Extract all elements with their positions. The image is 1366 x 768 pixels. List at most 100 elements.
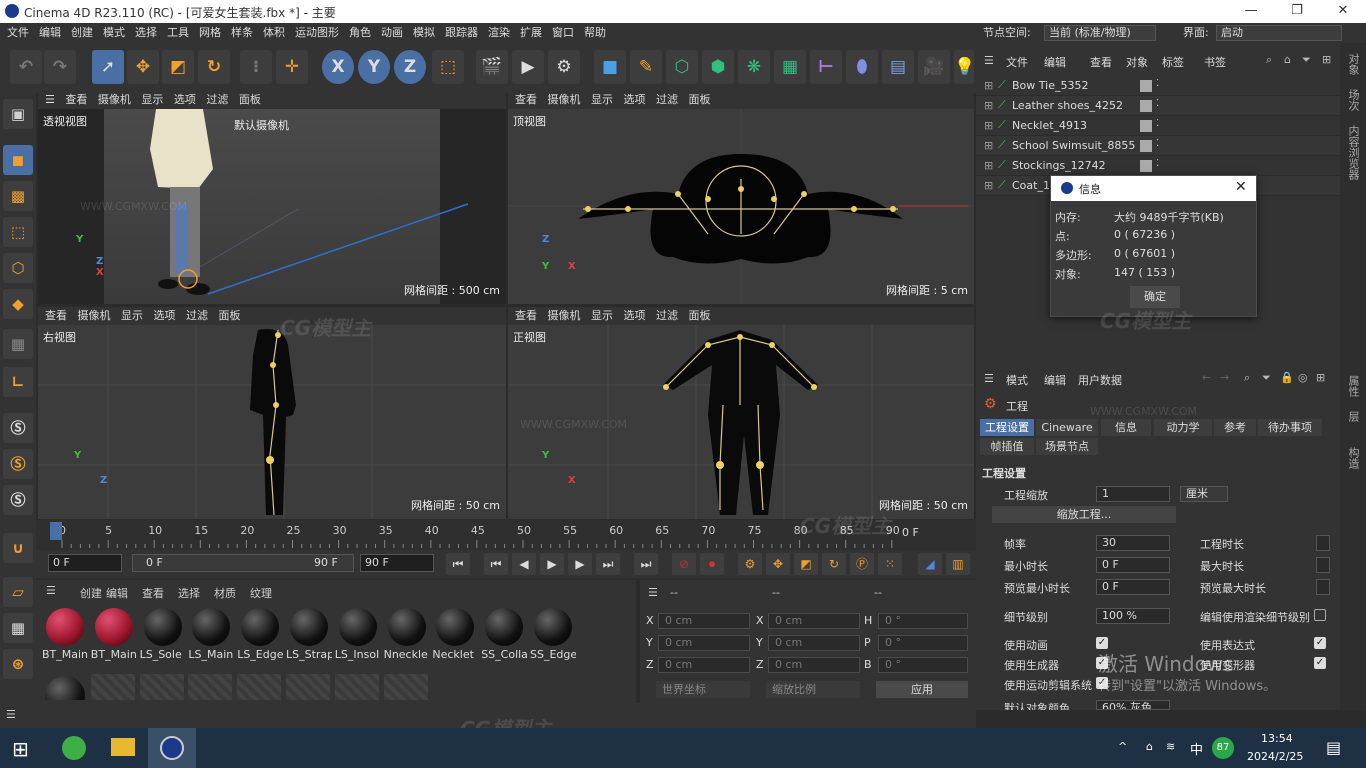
scale-tool-icon[interactable]: ◩ — [162, 50, 194, 84]
menu-camera[interactable]: 摄像机 — [548, 307, 581, 325]
menu-panel[interactable]: 面板 — [239, 91, 261, 109]
material-swatch[interactable]: BT_Main — [91, 608, 137, 661]
workplane-icon[interactable]: ▱ — [3, 577, 33, 607]
rotation-field[interactable]: 0 ° — [878, 613, 968, 629]
menu-view[interactable]: 查看 — [515, 91, 537, 109]
side-tab[interactable]: 属性 — [1345, 375, 1361, 397]
menu-camera[interactable]: 摄像机 — [548, 91, 581, 109]
object-name[interactable]: School Swimsuit_8855 — [1012, 139, 1135, 152]
visibility-icon[interactable] — [1140, 80, 1152, 92]
key-param-icon[interactable]: Ⓟ — [850, 553, 874, 575]
empty-material-slot[interactable] — [90, 674, 135, 700]
top-viewport[interactable]: 查看 摄像机 显示 选项 过滤 面板 顶视图 网格间距 : 5 cm Z Y X — [508, 91, 974, 304]
expand-icon[interactable]: ⊞ — [984, 159, 993, 172]
viewport-menu-icon[interactable]: ☰ — [45, 91, 55, 109]
menu-display[interactable]: 显示 — [591, 307, 613, 325]
material-menu-item[interactable]: 材质 — [214, 585, 236, 601]
new-window-icon[interactable]: ⊞ — [1322, 53, 1331, 66]
side-tab[interactable]: 场次 — [1345, 89, 1361, 111]
lock-workplane-icon[interactable]: ▦ — [3, 613, 33, 643]
expand-icon[interactable]: ⊞ — [984, 99, 993, 112]
edges-mode-icon[interactable]: ⬡ — [3, 253, 33, 283]
obj-menu-item[interactable]: 标签 — [1162, 54, 1184, 70]
position-field[interactable]: 0 cm — [658, 613, 750, 629]
side-tab[interactable]: 对象 — [1345, 53, 1361, 75]
menu-filter[interactable]: 过滤 — [656, 307, 678, 325]
object-row[interactable]: ⊞ ⟋ School Swimsuit_8855 ⁚ — [976, 136, 1340, 156]
menu-item[interactable]: 窗口 — [547, 23, 579, 43]
menu-view[interactable]: 查看 — [45, 307, 67, 325]
timeline-playhead[interactable] — [50, 522, 62, 540]
position-field[interactable]: 0 cm — [658, 635, 750, 651]
material-menu-item[interactable]: 编辑 — [106, 585, 128, 601]
new-window-icon[interactable]: ⊞ — [1316, 371, 1325, 384]
layout-select[interactable]: 启动 — [1216, 25, 1342, 41]
network-icon[interactable]: ⌂ — [1146, 740, 1153, 753]
next-key-icon[interactable]: ⏭ — [596, 553, 620, 575]
tray-chevron-icon[interactable]: ^ — [1118, 740, 1127, 753]
material-swatch[interactable]: Nneckle — [384, 608, 430, 661]
object-name[interactable]: Coat_1 — [1012, 179, 1050, 192]
menu-item[interactable]: 角色 — [344, 23, 376, 43]
menu-filter[interactable]: 过滤 — [206, 91, 228, 109]
windows-start-icon[interactable]: ⊞ — [12, 737, 29, 761]
size-field[interactable]: 0 cm — [768, 635, 860, 651]
menu-item[interactable]: 模拟 — [408, 23, 440, 43]
clock-date[interactable]: 2024/2/25 — [1247, 750, 1303, 763]
mograph-icon[interactable]: ▦ — [774, 50, 806, 84]
snap-settings-icon[interactable]: Ⓢ — [3, 449, 33, 479]
deformer-icon[interactable]: ⊢ — [810, 50, 842, 84]
wifi-icon[interactable]: ≋ — [1166, 740, 1175, 753]
side-tab[interactable]: 内容浏览器 — [1345, 125, 1361, 180]
sound-icon[interactable]: ◢ — [918, 553, 942, 575]
material-menu-item[interactable]: 查看 — [142, 585, 164, 601]
attr-tab[interactable]: Cineware — [1036, 419, 1098, 436]
object-row[interactable]: ⊞ ⟋ Necklet_4913 ⁚ — [976, 116, 1340, 136]
preview-max-field[interactable] — [1316, 579, 1330, 595]
ime-indicator[interactable]: 中 — [1190, 739, 1203, 758]
menu-display[interactable]: 显示 — [591, 91, 613, 109]
rotation-field[interactable]: 0 ° — [878, 635, 968, 651]
material-swatch[interactable]: BT_Main — [42, 608, 88, 661]
scale-project-button[interactable]: 缩放工程... — [992, 506, 1176, 523]
subdivision-icon[interactable]: ⬡ — [666, 50, 698, 84]
attr-tab[interactable]: 动力学 — [1154, 419, 1212, 436]
redo-icon[interactable]: ↷ — [44, 50, 76, 84]
target-icon[interactable]: ◎ — [1298, 371, 1308, 384]
render-dots-icon[interactable]: ⁚ — [1156, 118, 1159, 129]
home-icon[interactable]: ⌂ — [1284, 53, 1291, 66]
extrude-icon[interactable]: ⬢ — [702, 50, 734, 84]
menu-panel[interactable]: 面板 — [219, 307, 241, 325]
material-swatch[interactable]: LS_Main — [188, 608, 234, 661]
material-menu-item[interactable]: 创建 — [80, 585, 102, 601]
light-icon[interactable]: 💡 — [954, 50, 975, 84]
visibility-icon[interactable] — [1140, 100, 1152, 112]
rotation-field[interactable]: 0 ° — [878, 657, 968, 673]
front-viewport[interactable]: 查看 摄像机 显示 选项 过滤 面板 正视图 网格间距 : 50 cm Y X — [508, 307, 974, 519]
uv-mode-icon[interactable]: ▦ — [3, 329, 33, 359]
model-mode-icon[interactable]: ◼ — [3, 145, 33, 175]
menu-camera[interactable]: 摄像机 — [78, 307, 111, 325]
menu-item[interactable]: 工具 — [162, 23, 194, 43]
expand-icon[interactable]: ⊞ — [984, 139, 993, 152]
duration-field[interactable] — [1316, 535, 1330, 551]
material-swatch[interactable]: Necklet — [432, 608, 478, 661]
undo-icon[interactable]: ↶ — [10, 50, 42, 84]
menu-item[interactable]: 模式 — [98, 23, 130, 43]
auto-key-icon[interactable]: ⏺ — [700, 553, 724, 575]
menu-view[interactable]: 查看 — [515, 307, 537, 325]
empty-material-slot[interactable] — [334, 674, 379, 700]
key-pla-icon[interactable]: ⁙ — [878, 553, 902, 575]
lock-icon[interactable]: 🔒 — [1280, 371, 1294, 384]
start-frame-field[interactable]: 0 F — [48, 554, 122, 572]
menu-item[interactable]: 跟踪器 — [440, 23, 483, 43]
magnet-icon[interactable]: ∪ — [3, 533, 33, 563]
lod-field[interactable]: 100 % — [1096, 608, 1170, 624]
z-axis-button[interactable]: Z — [394, 50, 426, 84]
min-time-field[interactable]: 0 F — [1096, 557, 1170, 573]
make-editable-icon[interactable]: ▣ — [3, 99, 33, 129]
key-scale-icon[interactable]: ◩ — [794, 553, 818, 575]
browser-icon[interactable] — [62, 736, 86, 760]
search-icon[interactable]: ⌕ — [1266, 53, 1272, 67]
object-name[interactable]: Stockings_12742 — [1012, 159, 1106, 172]
